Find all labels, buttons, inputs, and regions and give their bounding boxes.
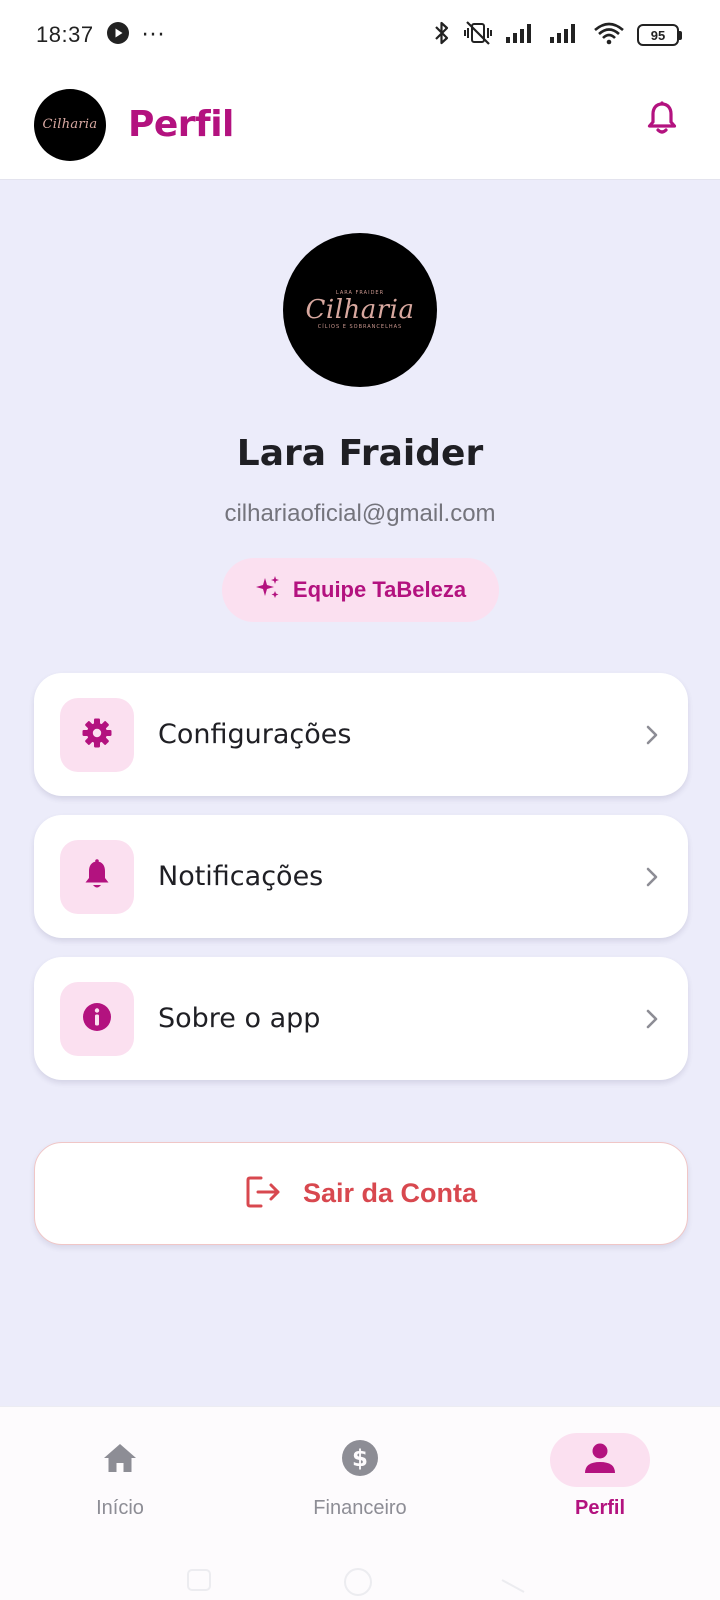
play-icon [106,21,130,49]
avatar-bottom-text: CÍLIOS E SOBRANCELHAS [317,324,403,330]
status-time: 18:37 [36,22,94,47]
svg-text:$: $ [352,1446,368,1472]
signal-icon [505,22,537,48]
bell-icon [82,858,112,895]
nav-icon-wrap [550,1433,650,1487]
nav-icon-wrap [70,1433,170,1487]
person-icon [583,1441,617,1479]
nav-item-home[interactable]: Início [40,1433,200,1533]
more-notifications: ··· [141,22,166,48]
app-header: Cilharia Perfil [0,70,720,180]
logout-button[interactable]: Sair da Conta [34,1142,688,1245]
menu-item-about[interactable]: Sobre o app [34,957,688,1080]
nav-label: Início [96,1497,144,1519]
menu-item-settings[interactable]: Configurações [34,673,688,796]
profile-email: cilhariaoficial@gmail.com [224,500,496,527]
menu-item-label: Sobre o app [158,1003,321,1034]
chevron-right-icon [642,865,662,889]
battery-level: 95 [637,24,679,46]
back-button[interactable] [500,1568,528,1598]
menu-icon-box [60,697,134,772]
logout-label: Sair da Conta [302,1178,478,1208]
page-title: Perfil [128,104,234,145]
status-bar: 18:37 ··· 95 [0,0,720,70]
gear-icon [81,717,113,753]
bluetooth-icon [433,20,451,50]
chevron-right-icon [642,1007,662,1031]
status-left: 18:37 ··· [36,21,166,49]
home-icon [102,1441,138,1479]
dollar-icon: $ [341,1439,379,1481]
header-logo: Cilharia [34,88,106,161]
notifications-button[interactable] [642,98,682,142]
info-icon [81,1001,113,1037]
profile-avatar: LARA FRAIDER Cilharia CÍLIOS E SOBRANCEL… [283,233,437,387]
battery-icon: 95 [637,24,682,46]
bell-icon [646,100,678,140]
nav-icon-wrap: $ [310,1433,410,1487]
chevron-right-icon [642,723,662,747]
wifi-icon [593,21,625,49]
vibrate-off-icon [463,20,493,50]
logout-icon [245,1175,283,1213]
menu-icon-box [60,981,134,1056]
status-right: 95 [433,20,682,50]
team-badge: Equipe TaBeleza [222,558,499,622]
menu-item-notifications[interactable]: Notificações [34,815,688,938]
nav-label: Perfil [574,1497,626,1519]
nav-label: Financeiro [313,1497,407,1519]
nav-item-profile[interactable]: Perfil [520,1433,680,1533]
signal-icon [549,22,581,48]
home-button[interactable] [340,1568,376,1600]
nav-item-finance[interactable]: $ Financeiro [280,1433,440,1533]
menu-item-label: Configurações [158,719,352,750]
menu-icon-box [60,839,134,914]
team-badge-label: Equipe TaBeleza [292,577,467,602]
recents-button[interactable] [186,1568,212,1596]
avatar-brand: Cilharia [305,295,415,325]
sparkle-icon [255,575,281,605]
profile-name: Lara Fraider [236,433,484,474]
menu-item-label: Notificações [158,861,324,892]
system-nav-bar [0,1560,720,1600]
header-logo-text: Cilharia [42,117,98,132]
